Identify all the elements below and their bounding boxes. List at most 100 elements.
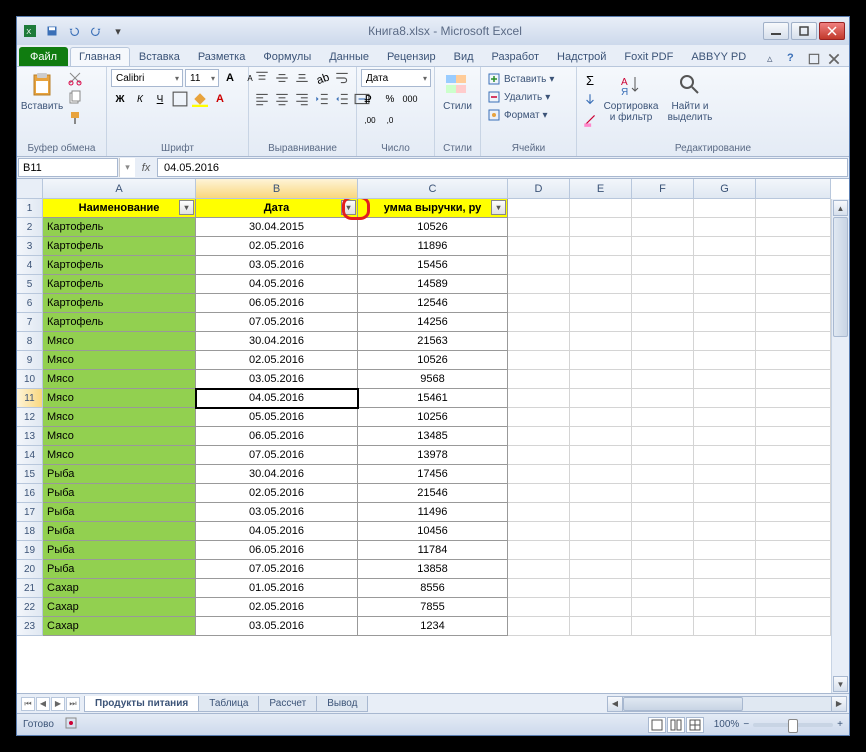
qat-more-icon[interactable]: ▾: [109, 22, 127, 40]
cell[interactable]: Картофель: [43, 275, 196, 294]
cell[interactable]: 02.05.2016: [196, 351, 358, 370]
qat-save-icon[interactable]: [43, 22, 61, 40]
sheet-nav-next-icon[interactable]: ▶: [51, 697, 65, 711]
cell[interactable]: [632, 370, 694, 389]
row-header-12[interactable]: 12: [17, 408, 43, 427]
cell[interactable]: [632, 503, 694, 522]
cell[interactable]: [508, 351, 570, 370]
font-color-icon[interactable]: A: [211, 90, 229, 108]
cell[interactable]: 14589: [358, 275, 508, 294]
cell[interactable]: [756, 218, 831, 237]
tab-data[interactable]: Данные: [320, 47, 378, 66]
cell[interactable]: [508, 503, 570, 522]
cell[interactable]: 21563: [358, 332, 508, 351]
sheet-tab-2[interactable]: Рассчет: [258, 696, 317, 712]
qat-redo-icon[interactable]: [87, 22, 105, 40]
cell[interactable]: [694, 351, 756, 370]
zoom-slider[interactable]: [753, 723, 833, 727]
cell[interactable]: [508, 427, 570, 446]
cell[interactable]: [508, 560, 570, 579]
col-header-E[interactable]: E: [570, 179, 632, 199]
fill-icon[interactable]: [581, 91, 599, 109]
cell[interactable]: [756, 199, 831, 218]
maximize-button[interactable]: [791, 22, 817, 40]
cell[interactable]: [508, 256, 570, 275]
zoom-out-icon[interactable]: −: [743, 719, 749, 730]
cell[interactable]: [632, 427, 694, 446]
cell[interactable]: Рыба: [43, 503, 196, 522]
col-header-rest[interactable]: [756, 179, 831, 199]
cell[interactable]: [632, 351, 694, 370]
cell[interactable]: 21546: [358, 484, 508, 503]
row-header-20[interactable]: 20: [17, 560, 43, 579]
view-page-break-icon[interactable]: [686, 717, 704, 733]
cell[interactable]: 7855: [358, 598, 508, 617]
cell[interactable]: Сахар: [43, 617, 196, 636]
row-header-6[interactable]: 6: [17, 294, 43, 313]
cell[interactable]: [694, 370, 756, 389]
scroll-left-icon[interactable]: ◀: [607, 696, 623, 712]
cell[interactable]: [570, 617, 632, 636]
cell[interactable]: [570, 522, 632, 541]
align-top-icon[interactable]: [253, 69, 271, 87]
horizontal-scrollbar[interactable]: ◀ ▶: [607, 696, 847, 712]
cell[interactable]: 01.05.2016: [196, 579, 358, 598]
tab-file[interactable]: Файл: [19, 47, 68, 66]
scroll-up-icon[interactable]: ▲: [833, 200, 848, 216]
cell[interactable]: [756, 408, 831, 427]
cell[interactable]: Рыба: [43, 541, 196, 560]
decrease-indent-icon[interactable]: [313, 90, 331, 108]
col-header-C[interactable]: C: [358, 179, 508, 199]
cell[interactable]: [508, 294, 570, 313]
cell[interactable]: 30.04.2016: [196, 332, 358, 351]
cell[interactable]: [570, 275, 632, 294]
find-select-button[interactable]: Найти и выделить: [663, 69, 717, 125]
cell[interactable]: [756, 617, 831, 636]
cell[interactable]: [756, 351, 831, 370]
cell[interactable]: [756, 427, 831, 446]
sheet-nav-first-icon[interactable]: ⏮: [21, 697, 35, 711]
macro-record-icon[interactable]: [64, 716, 78, 733]
row-header-15[interactable]: 15: [17, 465, 43, 484]
cell[interactable]: Сахар: [43, 598, 196, 617]
cell[interactable]: [570, 294, 632, 313]
cell[interactable]: 11496: [358, 503, 508, 522]
cell[interactable]: [508, 313, 570, 332]
cell[interactable]: [570, 579, 632, 598]
row-header-23[interactable]: 23: [17, 617, 43, 636]
view-page-layout-icon[interactable]: [667, 717, 685, 733]
tab-review[interactable]: Рецензир: [378, 47, 445, 66]
row-header-18[interactable]: 18: [17, 522, 43, 541]
cell[interactable]: 05.05.2016: [196, 408, 358, 427]
cell[interactable]: [694, 484, 756, 503]
row-header-8[interactable]: 8: [17, 332, 43, 351]
cell[interactable]: 02.05.2016: [196, 484, 358, 503]
zoom-control[interactable]: 100% − +: [714, 719, 843, 730]
sheet-tab-3[interactable]: Вывод: [316, 696, 368, 712]
vscroll-thumb[interactable]: [833, 217, 848, 337]
cell[interactable]: 02.05.2016: [196, 237, 358, 256]
col-header-A[interactable]: A: [43, 179, 196, 199]
cell[interactable]: 04.05.2016: [196, 275, 358, 294]
cell[interactable]: [570, 446, 632, 465]
cell[interactable]: [570, 199, 632, 218]
cell[interactable]: 10456: [358, 522, 508, 541]
cell[interactable]: [632, 484, 694, 503]
cell[interactable]: 13858: [358, 560, 508, 579]
filter-A-icon[interactable]: [179, 200, 194, 215]
underline-icon[interactable]: Ч: [151, 90, 169, 108]
col-header-D[interactable]: D: [508, 179, 570, 199]
comma-icon[interactable]: 000: [401, 90, 419, 108]
cell[interactable]: [756, 256, 831, 275]
cell[interactable]: [756, 389, 831, 408]
cell[interactable]: Мясо: [43, 408, 196, 427]
cell[interactable]: 14256: [358, 313, 508, 332]
cell[interactable]: Картофель: [43, 313, 196, 332]
row-header-22[interactable]: 22: [17, 598, 43, 617]
align-middle-icon[interactable]: [273, 69, 291, 87]
row-header-19[interactable]: 19: [17, 541, 43, 560]
cell[interactable]: Мясо: [43, 389, 196, 408]
cell[interactable]: 06.05.2016: [196, 294, 358, 313]
cell[interactable]: [570, 598, 632, 617]
row-header-4[interactable]: 4: [17, 256, 43, 275]
